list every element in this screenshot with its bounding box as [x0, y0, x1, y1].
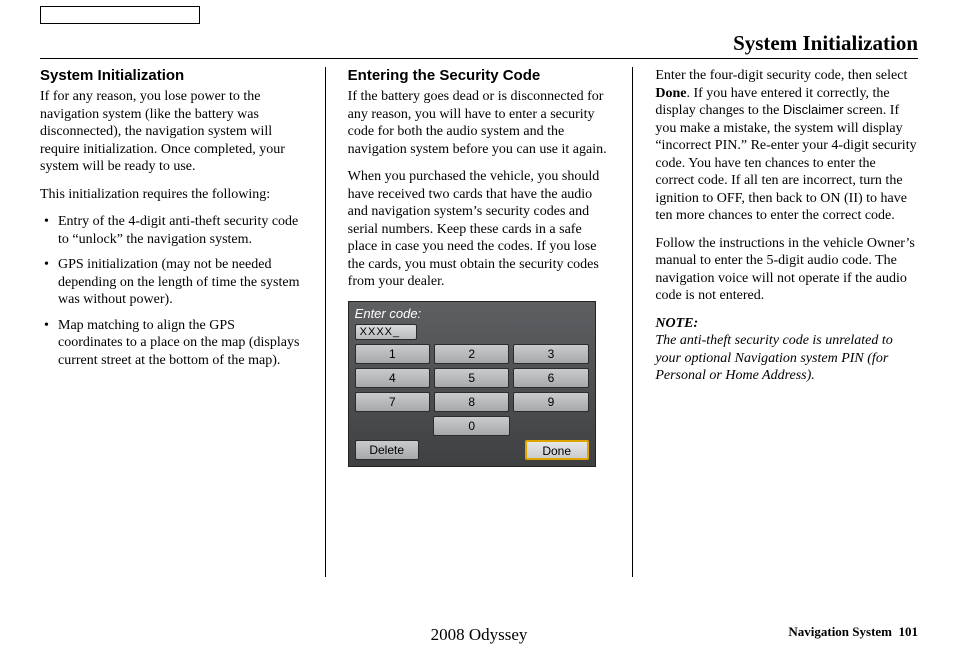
note-body: The anti-theft security code is unrelate… [655, 332, 918, 385]
page-footer: 2008 Odyssey Navigation System 101 [40, 624, 918, 640]
keypad-key-7[interactable]: 7 [355, 392, 430, 412]
note-heading: NOTE: [655, 315, 918, 333]
column-2: Entering the Security Code If the batter… [348, 67, 611, 577]
col1-heading: System Initialization [40, 67, 303, 86]
column-separator [325, 67, 326, 577]
done-bold: Done [655, 86, 686, 101]
bullet-item: Map matching to align the GPS coordinate… [44, 317, 303, 370]
col1-bullets: Entry of the 4-digit anti-theft security… [40, 213, 303, 369]
keypad-key-3[interactable]: 3 [513, 344, 588, 364]
col3-p1: Enter the four-digit security code, then… [655, 67, 918, 225]
footer-label: Navigation System [788, 624, 892, 639]
col1-p2: This initialization requires the followi… [40, 186, 303, 204]
keypad-row: Delete Done [355, 440, 589, 460]
keypad-row: 7 8 9 [355, 392, 589, 412]
footer-center: 2008 Odyssey [40, 624, 918, 645]
keypad-key-2[interactable]: 2 [434, 344, 509, 364]
keypad-figure: Enter code: XXXX_ 1 2 3 4 5 6 7 8 9 [348, 301, 596, 467]
keypad-key-5[interactable]: 5 [434, 368, 509, 388]
keypad-display: XXXX_ [355, 324, 417, 340]
keypad-key-1[interactable]: 1 [355, 344, 430, 364]
text-run: screen. If you make a mistake, the syste… [655, 103, 916, 223]
keypad-prompt: Enter code: [355, 306, 589, 322]
keypad-key-8[interactable]: 8 [434, 392, 509, 412]
keypad-key-9[interactable]: 9 [513, 392, 588, 412]
column-separator [632, 67, 633, 577]
keypad-row: 0 [355, 416, 589, 436]
keypad-key-6[interactable]: 6 [513, 368, 588, 388]
keypad-delete-button[interactable]: Delete [355, 440, 419, 460]
page-body: System Initialization System Initializat… [40, 30, 918, 652]
top-blank-box [40, 6, 200, 24]
disclaimer-label: Disclaimer [783, 102, 844, 117]
column-1: System Initialization If for any reason,… [40, 67, 303, 577]
col2-heading: Entering the Security Code [348, 67, 611, 86]
bullet-item: GPS initialization (may not be needed de… [44, 256, 303, 309]
col2-p2: When you purchased the vehicle, you shou… [348, 168, 611, 291]
text-run: Enter the four-digit security code, then… [655, 68, 907, 83]
col2-p1: If the battery goes dead or is disconnec… [348, 88, 611, 158]
col3-p2: Follow the instructions in the vehicle O… [655, 235, 918, 305]
col1-p1: If for any reason, you lose power to the… [40, 88, 303, 176]
keypad-done-button[interactable]: Done [525, 440, 589, 460]
keypad-key-4[interactable]: 4 [355, 368, 430, 388]
page-title: System Initialization [40, 30, 918, 58]
columns: System Initialization If for any reason,… [40, 67, 918, 577]
footer-page-number: 101 [899, 624, 919, 639]
title-rule [40, 58, 918, 59]
keypad-row: 1 2 3 [355, 344, 589, 364]
keypad-row: 4 5 6 [355, 368, 589, 388]
footer-right: Navigation System 101 [788, 624, 918, 640]
bullet-item: Entry of the 4-digit anti-theft security… [44, 213, 303, 248]
keypad-key-0[interactable]: 0 [433, 416, 510, 436]
column-3: Enter the four-digit security code, then… [655, 67, 918, 577]
